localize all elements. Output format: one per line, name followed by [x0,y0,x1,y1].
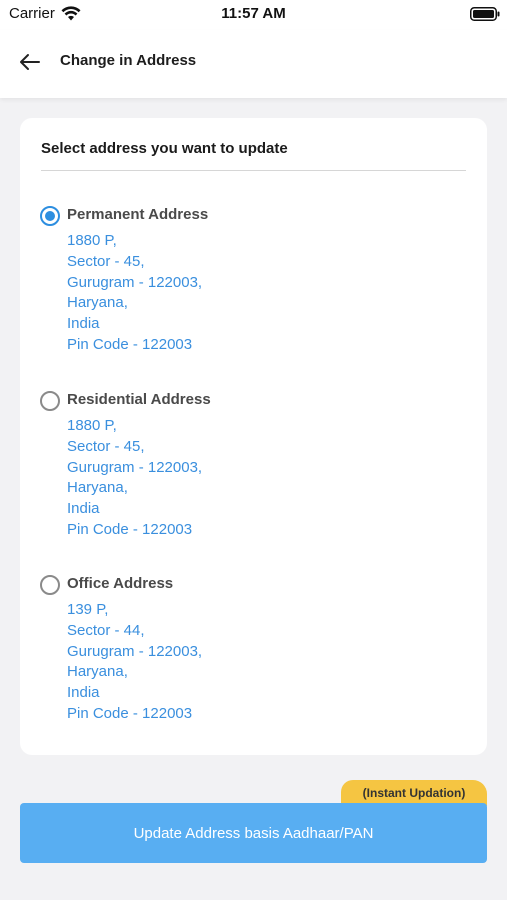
address-line: 1880 P, [67,232,117,249]
arrow-left-icon [20,54,40,70]
address-line: India [67,500,100,518]
address-line: Haryana, [67,479,128,497]
address-label: Office Address [67,575,174,592]
address-option-residential[interactable]: Residential Address 1880 P, Sector - 45,… [40,390,460,550]
address-lines: 1880 P, Sector - 45, Gurugram - 122003, … [67,231,202,356]
back-button[interactable] [14,49,46,75]
address-line: Pin Code - 122003 [67,704,193,722]
address-line: Haryana, [67,663,128,681]
address-line: Sector - 45, [67,437,145,455]
radio-button-selected[interactable] [40,206,60,226]
address-lines: 1880 P, Sector - 45, Gurugram - 122003, … [67,416,202,541]
divider [41,170,466,171]
clock: 11:57 AM [221,5,286,22]
address-line: Gurugram - 122003, [67,273,203,291]
page-title: Change in Address [60,52,197,69]
address-line: Pin Code - 122003 [67,520,193,538]
update-address-button[interactable]: Update Address basis Aadhaar/PAN [20,803,487,863]
address-lines: 139 P, Sector - 44, Gurugram - 122003, H… [67,600,202,725]
address-line: Gurugram - 122003, [67,642,203,660]
address-line: Haryana, [67,294,128,312]
card-title: Select address you want to update [41,140,288,157]
radio-button[interactable] [40,391,60,411]
address-line: Gurugram - 122003, [67,458,203,476]
status-bar: Carrier 11:57 AM [0,0,507,30]
address-line: India [67,684,100,702]
address-line: Pin Code - 122003 [67,335,193,353]
address-card: Select address you want to update Perman… [20,118,487,755]
radio-button[interactable] [40,575,60,595]
address-line: Sector - 45, [67,252,145,270]
address-label: Permanent Address [67,206,209,223]
app-header: Change in Address [0,30,507,98]
address-line: India [67,315,100,333]
battery-icon [470,7,500,21]
address-option-permanent[interactable]: Permanent Address 1880 P, Sector - 45, G… [40,205,460,365]
address-line: 139 P, [67,601,109,618]
address-option-office[interactable]: Office Address 139 P, Sector - 44, Gurug… [40,574,460,734]
address-line: Sector - 44, [67,621,145,639]
address-line: 1880 P, [67,417,117,434]
address-label: Residential Address [67,391,211,408]
